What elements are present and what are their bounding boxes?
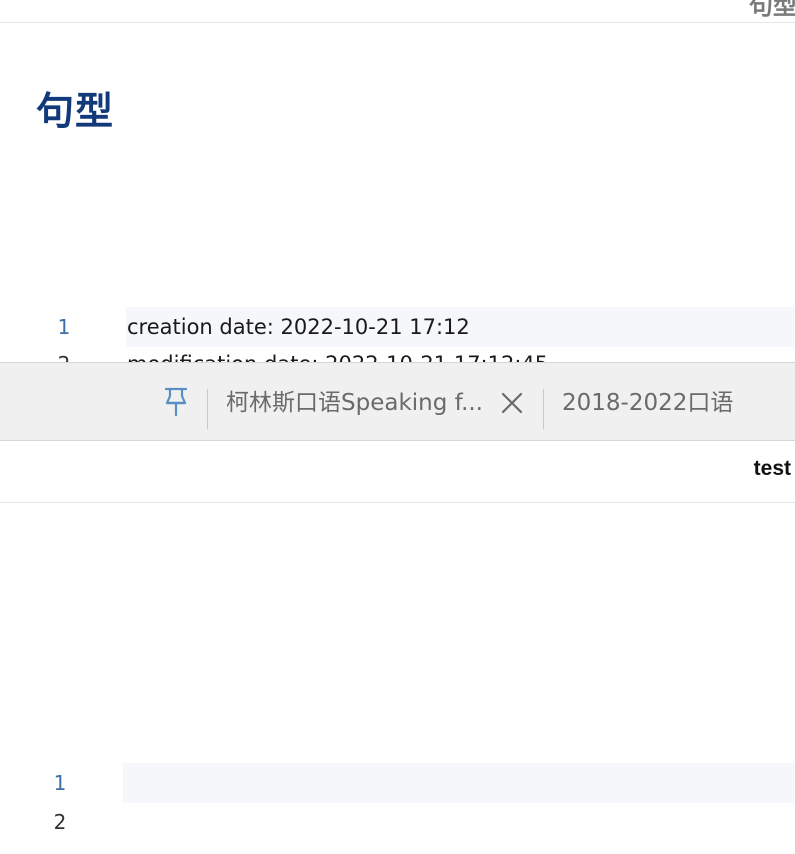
- line-number: 1: [57, 315, 71, 339]
- editor-line[interactable]: 1: [0, 763, 795, 803]
- note-title[interactable]: 句型: [36, 84, 114, 138]
- pin-button[interactable]: [160, 387, 192, 421]
- tab-divider: [207, 389, 208, 429]
- bottom-note-pane: test 1 2: [0, 441, 795, 854]
- tab-divider: [543, 389, 544, 429]
- line-content[interactable]: [123, 802, 795, 842]
- tab-close-button[interactable]: [496, 389, 528, 421]
- bottom-pane-header: test: [0, 441, 795, 503]
- top-note-pane: 句型 句型 1 creation date: 2022-10-21 17:12 …: [0, 0, 795, 362]
- editor-line[interactable]: 1 creation date: 2022-10-21 17:12: [0, 307, 795, 347]
- line-content[interactable]: creation date: 2022-10-21 17:12: [126, 307, 795, 347]
- line-content[interactable]: modification date: 2022-10-21 17:12:45: [126, 344, 795, 362]
- line-number: 2: [53, 810, 67, 834]
- line-number: 1: [53, 771, 67, 795]
- tab-2018-2022-speaking[interactable]: 2018-2022口语: [562, 381, 733, 425]
- top-pane-header: 句型: [0, 0, 795, 23]
- line-number: 2: [44, 344, 84, 362]
- app-window: 句型 句型 1 creation date: 2022-10-21 17:12 …: [0, 0, 795, 854]
- editor-line[interactable]: 2 modification date: 2022-10-21 17:12:45: [0, 344, 795, 362]
- pin-icon: [163, 387, 189, 421]
- top-pane-header-title: 句型: [749, 0, 795, 20]
- tab-bar: 柯林斯口语Speaking f... 2018-2022口语: [0, 362, 795, 441]
- tab-collins-speaking[interactable]: 柯林斯口语Speaking f...: [226, 381, 483, 425]
- close-icon: [501, 392, 523, 418]
- editor-line[interactable]: 2: [0, 802, 795, 842]
- bottom-pane-header-title: test: [753, 457, 791, 480]
- line-content[interactable]: [123, 763, 795, 803]
